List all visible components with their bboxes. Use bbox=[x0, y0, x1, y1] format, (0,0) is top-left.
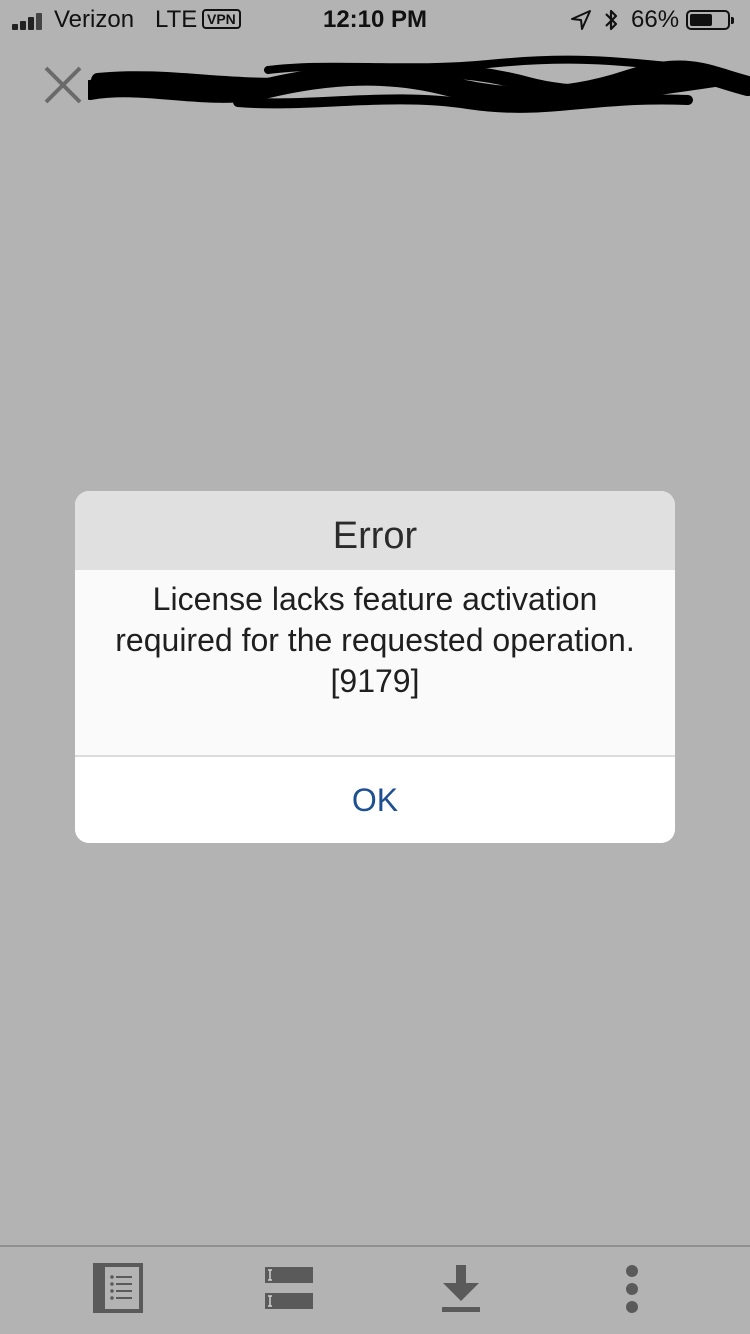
redacted-title-scribble bbox=[88, 55, 750, 113]
dialog-message-line: License lacks feature activation bbox=[152, 581, 598, 617]
more-vertical-icon[interactable] bbox=[602, 1263, 662, 1315]
bottom-toolbar bbox=[0, 1245, 750, 1334]
list-icon[interactable] bbox=[88, 1263, 148, 1315]
download-icon[interactable] bbox=[431, 1263, 491, 1315]
outline-icon[interactable] bbox=[260, 1263, 320, 1315]
error-dialog: Error License lacks feature activation r… bbox=[75, 491, 675, 843]
toolbar-divider bbox=[0, 1245, 750, 1247]
dialog-error-code: [9179] bbox=[330, 663, 420, 699]
dialog-message: License lacks feature activation require… bbox=[75, 579, 675, 702]
battery-icon bbox=[686, 10, 734, 30]
close-icon[interactable] bbox=[40, 62, 86, 108]
ok-button[interactable]: OK bbox=[75, 757, 675, 843]
dialog-message-line: required for the requested operation. bbox=[115, 622, 635, 658]
bluetooth-icon bbox=[605, 9, 618, 31]
battery-percentage: 66% bbox=[631, 6, 680, 33]
location-arrow-icon bbox=[571, 10, 591, 30]
dialog-title: Error bbox=[75, 491, 675, 570]
status-bar: Verizon LTE VPN 12:10 PM 66% bbox=[0, 0, 750, 40]
